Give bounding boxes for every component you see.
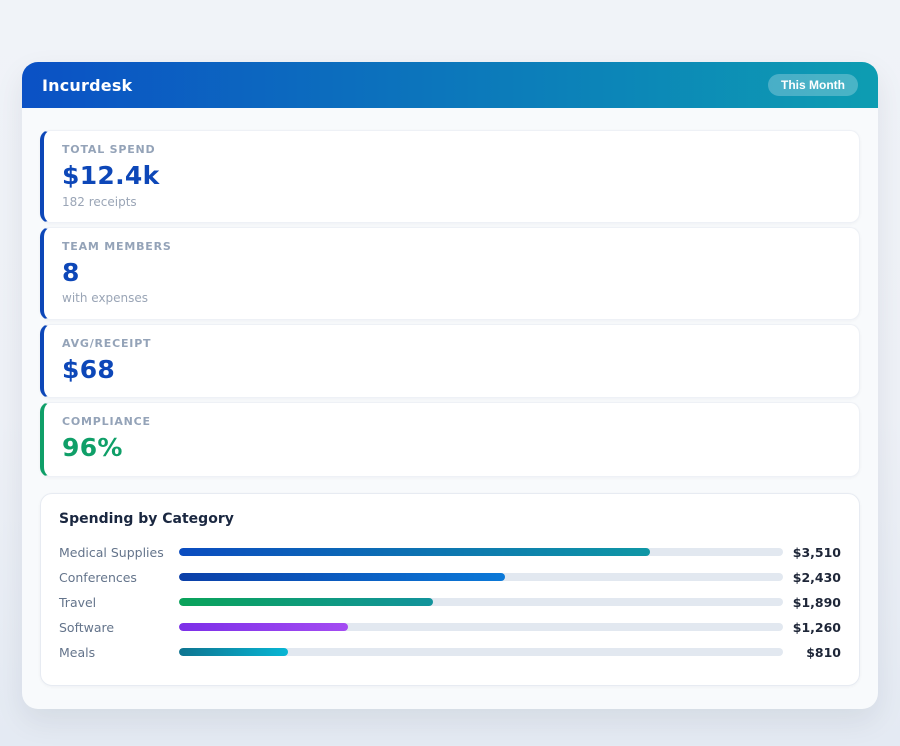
category-value: $1,260 <box>783 620 841 635</box>
stat-value: $12.4k <box>62 162 841 191</box>
category-label: Software <box>59 620 179 635</box>
chart-row-conferences: Conferences $2,430 <box>59 565 841 590</box>
stat-subtitle: with expenses <box>62 291 841 305</box>
category-value: $2,430 <box>783 570 841 585</box>
app-container: Incurdesk This Month TOTAL SPEND $12.4k … <box>22 62 878 709</box>
category-label: Conferences <box>59 570 179 585</box>
chart-row-meals: Meals $810 <box>59 640 841 665</box>
bar-track <box>179 623 783 631</box>
bar-track <box>179 573 783 581</box>
stat-card-total-spend: TOTAL SPEND $12.4k 182 receipts <box>40 130 860 223</box>
bar-track <box>179 548 783 556</box>
bar-fill <box>179 573 505 581</box>
bar-track <box>179 648 783 656</box>
category-value: $810 <box>783 645 841 660</box>
chart-row-medical-supplies: Medical Supplies $3,510 <box>59 540 841 565</box>
category-label: Meals <box>59 645 179 660</box>
chart-row-software: Software $1,260 <box>59 615 841 640</box>
bar-fill <box>179 598 433 606</box>
app-header: Incurdesk This Month <box>22 62 878 108</box>
stat-value: 8 <box>62 259 841 288</box>
page-background: Incurdesk This Month TOTAL SPEND $12.4k … <box>0 0 900 746</box>
category-value: $3,510 <box>783 545 841 560</box>
period-badge[interactable]: This Month <box>768 74 858 96</box>
bar-fill <box>179 648 288 656</box>
chart-title: Spending by Category <box>59 511 841 527</box>
dashboard-content: TOTAL SPEND $12.4k 182 receipts TEAM MEM… <box>22 108 878 709</box>
stat-value: $68 <box>62 356 841 385</box>
chart-row-travel: Travel $1,890 <box>59 590 841 615</box>
stat-label: TEAM MEMBERS <box>62 240 841 254</box>
stat-label: COMPLIANCE <box>62 415 841 429</box>
category-label: Medical Supplies <box>59 545 179 560</box>
bar-fill <box>179 548 650 556</box>
spending-chart-card: Spending by Category Medical Supplies $3… <box>40 493 860 686</box>
stat-label: AVG/RECEIPT <box>62 337 841 351</box>
stat-card-compliance: COMPLIANCE 96% <box>40 402 860 477</box>
stat-card-team-members: TEAM MEMBERS 8 with expenses <box>40 227 860 320</box>
category-value: $1,890 <box>783 595 841 610</box>
category-label: Travel <box>59 595 179 610</box>
stat-subtitle: 182 receipts <box>62 195 841 209</box>
stat-label: TOTAL SPEND <box>62 143 841 157</box>
bar-track <box>179 598 783 606</box>
stat-card-avg-receipt: AVG/RECEIPT $68 <box>40 324 860 399</box>
app-title: Incurdesk <box>42 76 132 95</box>
bar-fill <box>179 623 348 631</box>
stat-value: 96% <box>62 434 841 463</box>
